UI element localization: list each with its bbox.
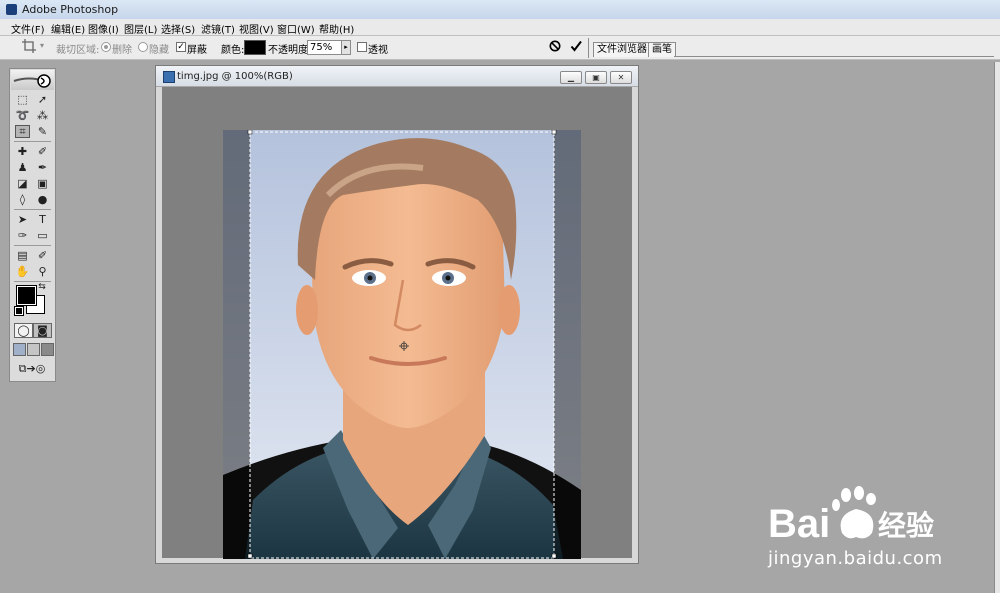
eraser-tool-icon[interactable]: ◪: [15, 177, 30, 190]
menu-bar: 文件(F) 编辑(E) 图像(I) 图层(L) 选择(S) 滤镜(T) 视图(V…: [0, 19, 1000, 36]
crop-handle-top-right[interactable]: [551, 130, 557, 135]
panel-well-baseline: [674, 56, 994, 57]
notes-tool-icon[interactable]: ▤: [15, 249, 30, 262]
tool-box: ⬚ ➚ ➰ ⁂ ⌗ ✎ ✚ ✐ ♟ ✒ ◪ ▣ ◊ ● ➤ T ✑ ▭ ▤ ✐ …: [9, 68, 56, 382]
menu-layer[interactable]: 图层(L): [124, 21, 157, 36]
delete-radio[interactable]: [101, 42, 111, 52]
canvas-area[interactable]: [162, 87, 632, 559]
quick-mask-mode-icon[interactable]: ◙: [33, 323, 52, 338]
minimize-button[interactable]: ▁: [560, 71, 582, 84]
menu-help[interactable]: 帮助(H): [319, 21, 354, 36]
close-button[interactable]: ✕: [610, 71, 632, 84]
crop-tool-preset-icon[interactable]: [22, 39, 36, 53]
watermark-url: jingyan.baidu.com: [768, 548, 943, 569]
color-label: 颜色:: [221, 45, 245, 56]
shape-tool-icon[interactable]: ▭: [35, 229, 50, 242]
blur-tool-icon[interactable]: ◊: [15, 193, 30, 206]
watermark-brand-text: Bai: [768, 502, 830, 546]
cancel-icon[interactable]: [549, 40, 561, 52]
brush-tool-icon[interactable]: ✐: [35, 145, 50, 158]
default-colors-icon[interactable]: [14, 306, 24, 316]
pen-tool-icon[interactable]: ✑: [15, 229, 30, 242]
tab-file-browser[interactable]: 文件浏览器: [593, 42, 651, 57]
crop-area-label: 裁切区域:: [56, 45, 100, 56]
portrait-image[interactable]: [223, 130, 581, 559]
menu-view[interactable]: 视图(V): [239, 21, 274, 36]
perspective-checkbox[interactable]: [357, 42, 367, 52]
left-ear: [296, 285, 318, 335]
screen-mode-full-menu-icon[interactable]: [27, 343, 40, 356]
shield-color-swatch[interactable]: [244, 40, 266, 55]
eyedropper-tool-icon[interactable]: ✐: [35, 249, 50, 262]
app-title: Adobe Photoshop: [22, 3, 119, 16]
right-ear: [498, 285, 520, 335]
menu-edit[interactable]: 编辑(E): [51, 21, 85, 36]
opacity-label: 不透明度:: [268, 45, 312, 56]
document-window: timg.jpg @ 100%(RGB) ▁ ▣ ✕: [155, 65, 639, 564]
slice-tool-icon[interactable]: ✎: [35, 125, 50, 138]
jump-to-imageready-icon[interactable]: ⧉➔◎: [15, 362, 49, 375]
opacity-slider-arrow-icon[interactable]: ▸: [341, 40, 351, 55]
watermark-brand-suffix: 经验: [878, 509, 934, 542]
crop-shield-left: [223, 130, 250, 559]
toolbox-divider: [14, 141, 51, 142]
screen-mode-full-icon[interactable]: [41, 343, 54, 356]
screen-mode-standard-icon[interactable]: [13, 343, 26, 356]
tab-brushes[interactable]: 画笔: [648, 42, 676, 57]
palette-well-edge: [994, 62, 1000, 593]
move-tool-icon[interactable]: ➚: [35, 93, 50, 106]
toolbox-divider: [14, 245, 51, 246]
magic-wand-tool-icon[interactable]: ⁂: [35, 109, 50, 122]
toolbox-divider: [14, 209, 51, 210]
left-pupil: [367, 275, 373, 281]
hand-tool-icon[interactable]: ✋: [15, 265, 30, 278]
baidu-paw-icon: [832, 486, 876, 539]
crop-tool-icon[interactable]: ⌗: [15, 125, 30, 138]
swap-colors-icon[interactable]: ⇆: [37, 282, 47, 292]
foreground-color-swatch[interactable]: [16, 285, 37, 306]
hide-radio-label: 隐藏: [149, 45, 169, 56]
options-divider: [588, 38, 589, 58]
shield-checkbox-label: 屏蔽: [187, 45, 207, 56]
zoom-tool-icon[interactable]: ⚲: [35, 265, 50, 278]
path-selection-tool-icon[interactable]: ➤: [15, 213, 30, 226]
preset-dropdown-arrow-icon[interactable]: ▾: [40, 41, 44, 50]
standard-mode-icon[interactable]: ◯: [14, 323, 33, 338]
menu-image[interactable]: 图像(I): [88, 21, 119, 36]
crop-handle-bottom-left[interactable]: [247, 553, 253, 559]
menu-file[interactable]: 文件(F): [11, 21, 45, 36]
opacity-input[interactable]: 75%: [307, 40, 343, 55]
commit-checkmark-icon[interactable]: [570, 40, 582, 52]
crop-handle-bottom-right[interactable]: [551, 553, 557, 559]
document-file-icon: [163, 71, 175, 83]
marquee-tool-icon[interactable]: ⬚: [15, 93, 30, 106]
menu-window[interactable]: 窗口(W): [277, 21, 315, 36]
menu-select[interactable]: 选择(S): [161, 21, 195, 36]
restore-button[interactable]: ▣: [585, 71, 607, 84]
menu-filter[interactable]: 滤镜(T): [201, 21, 235, 36]
app-title-bar: Adobe Photoshop: [0, 0, 1000, 20]
dodge-tool-icon[interactable]: ●: [35, 193, 50, 206]
right-pupil: [445, 275, 451, 281]
shield-checkbox[interactable]: ✓: [176, 42, 186, 52]
delete-radio-label: 删除: [112, 45, 132, 56]
document-title: timg.jpg @ 100%(RGB): [177, 71, 293, 82]
hide-radio[interactable]: [138, 42, 148, 52]
crop-handle-top-left[interactable]: [247, 130, 253, 135]
options-bar: ▾ 裁切区域: 删除 隐藏 ✓ 屏蔽 颜色: 不透明度: 75% ▸ 透视 文件…: [0, 36, 1000, 60]
document-title-bar[interactable]: timg.jpg @ 100%(RGB) ▁ ▣ ✕: [156, 66, 638, 87]
history-brush-tool-icon[interactable]: ✒: [35, 161, 50, 174]
gradient-tool-icon[interactable]: ▣: [35, 177, 50, 190]
adobe-eye-logo-icon: [13, 74, 51, 88]
crop-shield-right: [554, 130, 581, 559]
perspective-checkbox-label: 透视: [368, 45, 388, 56]
type-tool-icon[interactable]: T: [35, 213, 50, 226]
photoshop-app-icon: [6, 4, 17, 15]
clone-stamp-tool-icon[interactable]: ♟: [15, 161, 30, 174]
healing-brush-tool-icon[interactable]: ✚: [15, 145, 30, 158]
lasso-tool-icon[interactable]: ➰: [15, 109, 30, 122]
toolbox-header[interactable]: [11, 70, 54, 90]
